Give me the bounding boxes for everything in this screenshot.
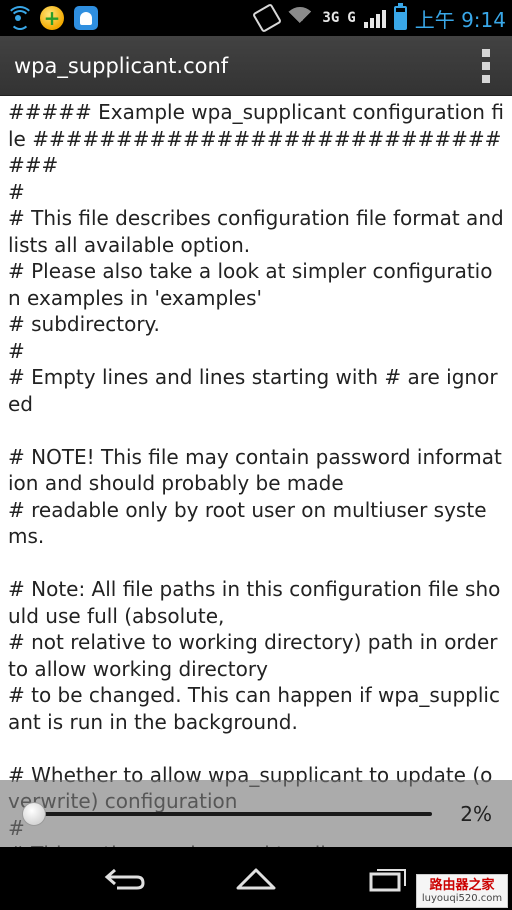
document-line (8, 550, 504, 577)
document-line (8, 417, 504, 444)
recent-apps-button[interactable] (362, 859, 412, 899)
document-line: # not relative to working directory) pat… (8, 630, 504, 681)
recent-apps-icon (369, 868, 406, 891)
network-type-label-2: G (347, 10, 356, 26)
document-viewer[interactable]: ##### Example wpa_supplicant configurati… (0, 96, 512, 847)
document-line: # to be changed. This can happen if wpa_… (8, 683, 500, 734)
watermark-title: 路由器之家 (429, 877, 495, 893)
wifi-icon (286, 7, 315, 29)
status-clock: 上午 9:14 (414, 7, 506, 32)
watermark-logo: 路由器之家 luyouqi520.com (416, 874, 508, 908)
vibrate-icon (252, 2, 283, 34)
overflow-menu-icon[interactable] (474, 46, 498, 86)
document-line: ##### Example wpa_supplicant configurati… (8, 100, 504, 177)
app-notification-icon (40, 6, 64, 30)
bell-notification-icon (74, 6, 98, 30)
home-button[interactable] (231, 859, 281, 899)
seek-overlay: 2% (0, 780, 512, 847)
signal-icon (363, 8, 386, 28)
page-title: wpa_supplicant.conf (14, 53, 229, 78)
back-icon (105, 868, 145, 889)
document-line: # (8, 338, 25, 363)
document-line: # Please also take a look at simpler con… (8, 259, 493, 310)
status-bar: 3G G 上午 9:14 (0, 0, 512, 36)
network-type-label: 3G (322, 10, 340, 26)
document-line: # This file describes configuration file… (8, 206, 511, 257)
document-line: # NOTE! This file may contain password i… (8, 444, 502, 496)
document-line: # subdirectory. (8, 312, 160, 336)
seek-track (26, 811, 432, 816)
document-line: # (8, 179, 25, 204)
wifi-hotspot-icon (6, 6, 34, 30)
back-button[interactable] (100, 859, 150, 899)
document-line (8, 735, 504, 762)
document-line: # Empty lines and lines starting with # … (8, 365, 498, 416)
status-left (6, 6, 98, 30)
document-line: # readable only by root user on multiuse… (8, 497, 487, 549)
status-right: 3G G 上午 9:14 (252, 2, 506, 34)
seek-percent: 2% (460, 801, 492, 826)
seek-thumb[interactable] (22, 801, 47, 826)
document-text: ##### Example wpa_supplicant configurati… (8, 99, 504, 847)
document-line: # Note: All file paths in this configura… (8, 577, 501, 628)
home-icon (236, 868, 276, 889)
title-bar: wpa_supplicant.conf (0, 36, 512, 96)
watermark-url: luyouqi520.com (421, 892, 503, 904)
seek-bar[interactable] (22, 799, 432, 829)
battery-icon (393, 3, 407, 30)
